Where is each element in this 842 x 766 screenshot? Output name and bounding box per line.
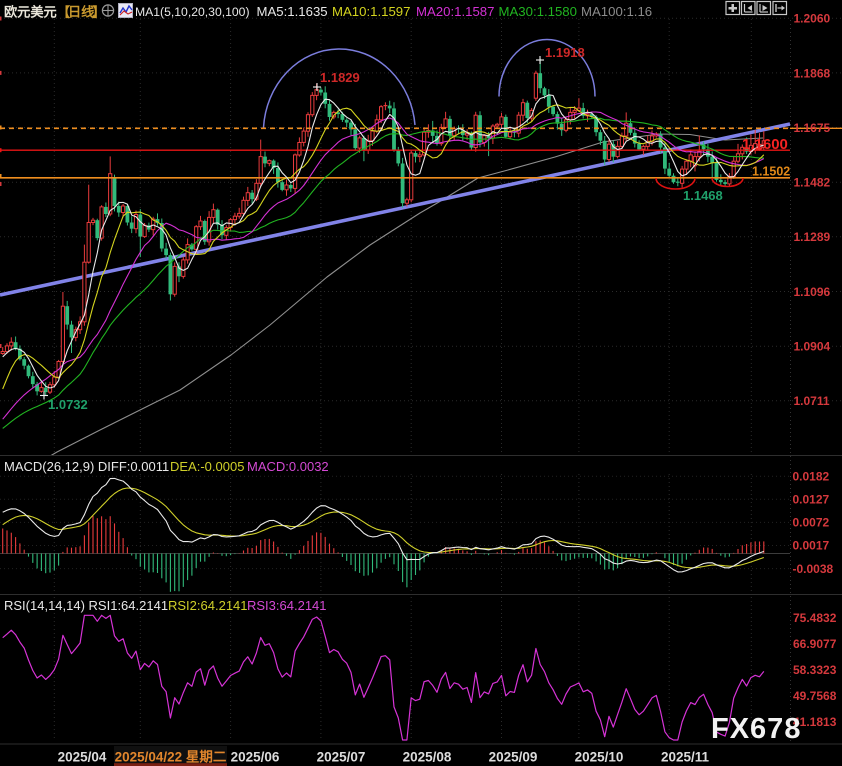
- svg-text:MA10:1.1597: MA10:1.1597: [332, 4, 410, 19]
- svg-text:0.0017: 0.0017: [793, 539, 830, 553]
- svg-text:1.1918: 1.1918: [545, 45, 585, 60]
- svg-text:2025/04: 2025/04: [58, 750, 107, 765]
- svg-text:66.9077: 66.9077: [793, 637, 837, 651]
- svg-text:【日线】: 【日线】: [57, 4, 105, 20]
- svg-text:2025/06: 2025/06: [231, 750, 280, 765]
- svg-text:MA30:1.1580: MA30:1.1580: [499, 4, 577, 19]
- svg-text:1.1468: 1.1468: [683, 188, 723, 203]
- svg-text:1.2060: 1.2060: [794, 12, 831, 26]
- svg-text:1.1289: 1.1289: [794, 230, 831, 244]
- svg-text:MA5:1.1635: MA5:1.1635: [257, 4, 328, 19]
- svg-text:0.0127: 0.0127: [793, 493, 830, 507]
- svg-text:RSI(14,14,14) RSI1:64.2141: RSI(14,14,14) RSI1:64.2141: [4, 598, 168, 613]
- svg-text:MACD(26,12,9) DIFF:0.0011: MACD(26,12,9) DIFF:0.0011: [4, 459, 169, 474]
- svg-text:MACD:0.0032: MACD:0.0032: [247, 459, 329, 474]
- svg-text:FX678: FX678: [711, 713, 801, 745]
- svg-text:2025/09: 2025/09: [489, 750, 538, 765]
- svg-text:1.1502: 1.1502: [752, 165, 790, 179]
- svg-text:2025/07: 2025/07: [317, 750, 366, 765]
- svg-text:MA1(5,10,20,30,100): MA1(5,10,20,30,100): [135, 5, 250, 19]
- svg-text:0.0182: 0.0182: [793, 469, 830, 483]
- svg-text:75.4832: 75.4832: [793, 611, 837, 625]
- svg-text:1.1868: 1.1868: [794, 66, 831, 80]
- svg-text:欧元美元: 欧元美元: [4, 4, 57, 20]
- svg-text:0.0072: 0.0072: [793, 516, 830, 530]
- svg-text:1.1482: 1.1482: [794, 176, 831, 190]
- svg-text:1.0711: 1.0711: [794, 394, 830, 408]
- svg-text:2025/10: 2025/10: [575, 750, 624, 765]
- svg-text:2025/04/22 星期二: 2025/04/22 星期二: [115, 750, 227, 765]
- svg-text:MA20:1.1587: MA20:1.1587: [416, 4, 494, 19]
- svg-text:MA100:1.16: MA100:1.16: [581, 4, 652, 19]
- svg-text:RSI3:64.2141: RSI3:64.2141: [247, 598, 327, 613]
- svg-text:DEA:-0.0005: DEA:-0.0005: [170, 459, 244, 474]
- svg-text:1.1829: 1.1829: [320, 70, 360, 85]
- svg-text:RSI2:64.2141: RSI2:64.2141: [168, 598, 248, 613]
- svg-text:1.1600: 1.1600: [742, 136, 788, 153]
- svg-text:1.0904: 1.0904: [794, 340, 831, 354]
- svg-text:2025/11: 2025/11: [661, 750, 710, 765]
- svg-text:49.7568: 49.7568: [793, 689, 837, 703]
- svg-text:1.1096: 1.1096: [794, 285, 831, 299]
- svg-text:1.0732: 1.0732: [48, 397, 88, 412]
- svg-text:-0.0038: -0.0038: [793, 562, 834, 576]
- svg-text:2025/08: 2025/08: [403, 750, 452, 765]
- svg-text:58.3323: 58.3323: [793, 663, 837, 677]
- svg-text:1.1675: 1.1675: [794, 121, 831, 135]
